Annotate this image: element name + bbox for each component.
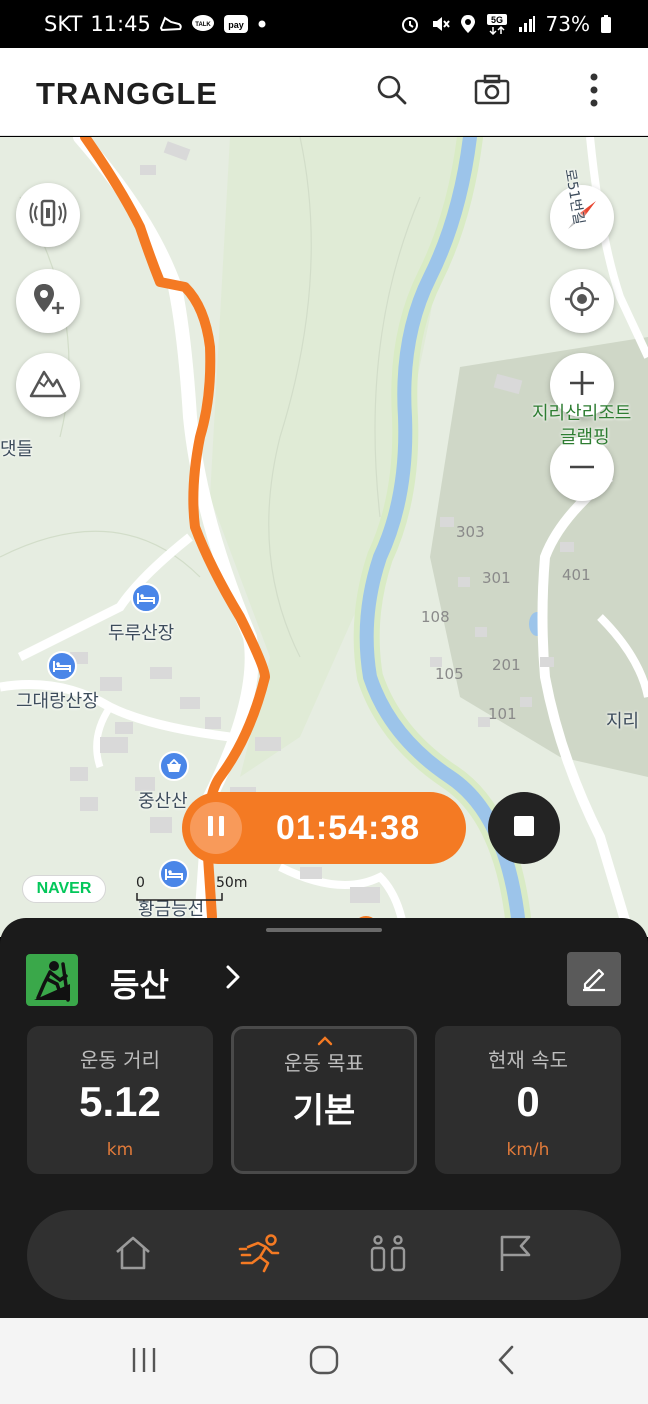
home-circle-icon (308, 1344, 340, 1380)
recents-icon (129, 1345, 159, 1379)
home-system-button[interactable] (302, 1340, 346, 1384)
stat-label: 운동 거리 (80, 1048, 160, 1072)
zoom-in-icon (567, 368, 597, 402)
search-button[interactable] (370, 70, 414, 114)
mountain-button[interactable] (16, 353, 80, 417)
camera-button[interactable] (470, 70, 514, 114)
pause-icon (206, 814, 226, 842)
add-location-icon (31, 282, 65, 320)
add-location-button[interactable] (16, 269, 80, 333)
stat-unit: km (106, 1140, 134, 1160)
mute-icon (430, 14, 450, 34)
nav-home[interactable] (103, 1225, 163, 1285)
map-label-jungsan[interactable]: 중산산 (138, 787, 188, 813)
svg-text:5G: 5G (491, 15, 503, 25)
status-bar: SKT 11:45 TALK pay 5G 73% (0, 0, 648, 48)
dot-icon (257, 19, 267, 29)
map-label-duru[interactable]: 두루산장 (108, 619, 174, 645)
camera-icon (474, 74, 510, 110)
map-number: 301 (482, 569, 511, 587)
stat-value: 기본 (292, 1091, 356, 1131)
nearby-signal-icon (28, 197, 68, 233)
alarm-icon (400, 14, 420, 34)
map-number: 108 (421, 608, 450, 626)
nav-group[interactable] (358, 1225, 418, 1285)
map-scale: 0 50m (136, 875, 247, 901)
carrier: SKT (44, 12, 83, 36)
stat-label: 현재 속도 (488, 1048, 568, 1072)
scale-value: 50m (216, 875, 248, 891)
app-logo: TRANGGLE (36, 76, 218, 111)
mountain-icon (29, 368, 67, 402)
my-location-button[interactable] (550, 269, 614, 333)
scale-zero: 0 (136, 875, 145, 891)
workout-panel: 등산 운동 거리 5.12 km 운동 목표 기본 현재 속도 0 km/h (0, 918, 648, 1318)
more-button[interactable] (572, 70, 616, 114)
map-label-geudaerang[interactable]: 그대랑산장 (16, 687, 99, 713)
nav-workout[interactable] (230, 1225, 290, 1285)
stop-icon (512, 814, 536, 842)
chevron-right-icon[interactable] (222, 962, 244, 996)
activity-type[interactable]: 등산 (110, 960, 169, 1006)
clock: 11:45 (90, 12, 151, 36)
pencil-icon (579, 962, 609, 996)
lodging-poi-icon[interactable] (131, 583, 161, 613)
map-label-glamping[interactable]: 글램핑 (560, 423, 610, 449)
back-icon (494, 1344, 518, 1380)
map-label-resort[interactable]: 지리산리조트 (532, 399, 631, 425)
map-number: 401 (562, 566, 591, 584)
recents-button[interactable] (122, 1340, 166, 1384)
running-icon (238, 1233, 282, 1277)
pause-button[interactable] (190, 802, 242, 854)
5g-icon: 5G (486, 13, 508, 35)
nearby-signal-button[interactable] (16, 183, 80, 247)
home-icon (113, 1234, 153, 1276)
shoe-icon (159, 14, 183, 34)
stat-distance: 운동 거리 5.12 km (27, 1026, 213, 1174)
map-number: 105 (435, 665, 464, 683)
lodging-poi-icon[interactable] (47, 651, 77, 681)
map-number: 101 (488, 705, 517, 723)
market-poi-icon[interactable] (159, 751, 189, 781)
map-label-left-edge: 댓들 (0, 439, 34, 460)
search-icon (376, 74, 408, 110)
svg-text:pay: pay (228, 20, 244, 30)
map-number: 201 (492, 656, 521, 674)
map-label-jiri-right: 지리 (606, 711, 640, 732)
elapsed-time: 01:54:38 (276, 808, 421, 847)
stat-unit: km/h (506, 1140, 550, 1160)
location-icon (460, 14, 476, 34)
system-navigation (0, 1318, 648, 1404)
status-right: 5G 73% (400, 0, 612, 48)
battery-icon (600, 14, 612, 34)
stat-value: 5.12 (79, 1078, 161, 1125)
hiker-icon (26, 954, 78, 1006)
edit-button[interactable] (567, 952, 621, 1006)
flag-icon (497, 1233, 533, 1277)
status-left: SKT 11:45 TALK pay (44, 0, 267, 48)
group-icon (368, 1233, 408, 1277)
app-header: TRANGGLE (0, 48, 648, 136)
more-icon (590, 73, 598, 111)
bottom-nav (27, 1210, 621, 1300)
payco-icon: pay (223, 14, 249, 34)
svg-text:TALK: TALK (195, 22, 211, 28)
stop-button[interactable] (488, 792, 560, 864)
drag-handle[interactable] (266, 928, 382, 932)
zoom-out-icon (567, 452, 597, 486)
back-button[interactable] (484, 1340, 528, 1384)
stat-label: 운동 목표 (284, 1051, 364, 1075)
recording-timer: 01:54:38 (182, 792, 466, 864)
signal-icon (518, 15, 536, 33)
battery-percent: 73% (545, 12, 590, 36)
kakaotalk-icon: TALK (191, 14, 215, 34)
map-number: 303 (456, 523, 485, 541)
stat-value: 0 (516, 1078, 540, 1125)
stat-goal[interactable]: 운동 목표 기본 (231, 1026, 417, 1174)
my-location-icon (563, 280, 601, 322)
stat-speed: 현재 속도 0 km/h (435, 1026, 621, 1174)
nav-challenge[interactable] (485, 1225, 545, 1285)
naver-logo: NAVER (22, 875, 106, 903)
